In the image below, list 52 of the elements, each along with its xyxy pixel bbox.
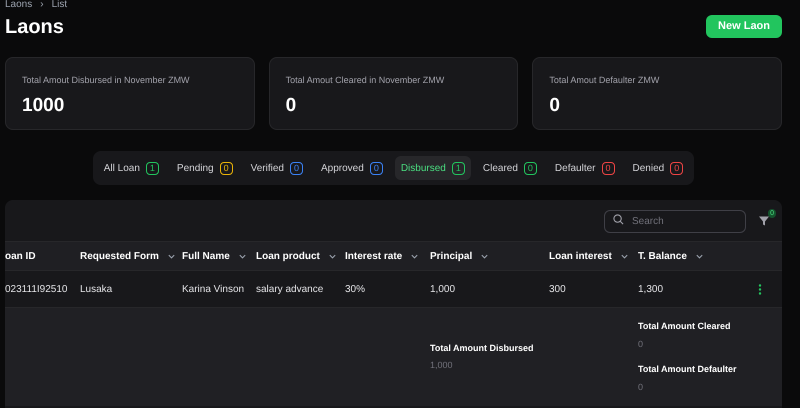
- filter-icon[interactable]: [758, 214, 770, 226]
- breadcrumb-current: List: [52, 0, 68, 10]
- table-cell-text: salary advance: [256, 282, 324, 296]
- filter-tab[interactable]: Verified 0: [244, 156, 309, 180]
- filter-tab[interactable]: Pending 0: [170, 156, 239, 180]
- summary-label: Total Amount Cleared: [638, 320, 732, 333]
- column-header[interactable]: Loan interest: [549, 248, 638, 264]
- count-badge: 0: [290, 162, 303, 174]
- table-cell-text: Lusaka: [80, 282, 114, 296]
- count-badge: 0: [524, 162, 537, 174]
- stat-value: 0: [286, 94, 298, 118]
- page-title: Laons: [5, 14, 64, 40]
- column-header[interactable]: Full Name: [182, 248, 256, 264]
- count-badge: 0: [220, 162, 233, 174]
- filter-tab[interactable]: All Loan 1: [98, 156, 165, 180]
- stat-label: Total Amout Cleared in November ZMW: [286, 74, 446, 87]
- filter-tab[interactable]: Denied 0: [626, 156, 690, 180]
- filter-tab[interactable]: Approved 0: [315, 156, 389, 180]
- count-badge: 0: [670, 162, 684, 174]
- filter-tab[interactable]: Defaulter 0: [548, 156, 621, 180]
- stat-label: Total Amout Defaulter ZMW: [549, 74, 660, 87]
- table-cell-text: 30%: [345, 282, 366, 296]
- more-options-icon[interactable]: [758, 284, 762, 294]
- count-badge: 0: [370, 162, 383, 174]
- summary-value: 0: [638, 380, 644, 394]
- summary-label: Total Amount Disbursed: [430, 342, 534, 354]
- column-header[interactable]: oan ID: [5, 248, 80, 264]
- summary-label: Total Amount Defaulter: [638, 363, 736, 376]
- search-field[interactable]: Search: [604, 210, 746, 233]
- table-cell-text: 023111I92510: [5, 282, 68, 296]
- stat-value: 1000: [22, 94, 66, 118]
- breadcrumb-separator: ›: [40, 0, 44, 10]
- column-header[interactable]: Interest rate: [345, 248, 430, 264]
- summary-value: 1,000: [430, 359, 454, 372]
- table-cell-text: Karina Vinson: [182, 282, 246, 296]
- column-header[interactable]: Loan product: [256, 248, 345, 264]
- count-badge: 0: [602, 162, 615, 174]
- stat-value: 0: [549, 94, 561, 118]
- column-header[interactable]: Requested Form: [80, 248, 182, 264]
- count-badge: 1: [452, 162, 465, 174]
- filter-tab[interactable]: Cleared 0: [476, 156, 543, 180]
- filter-tab[interactable]: Disbursed 1: [394, 156, 471, 180]
- table-cell-text: 1,300: [638, 282, 664, 296]
- stat-label: Total Amout Disbursed in November ZMW: [22, 74, 191, 87]
- column-header[interactable]: T. Balance: [638, 248, 748, 264]
- breadcrumb-link[interactable]: Laons: [5, 0, 32, 10]
- summary-value: 0: [638, 338, 644, 350]
- count-badge: 1: [146, 162, 159, 174]
- table-cell-text: 300: [549, 282, 567, 296]
- column-header[interactable]: Principal: [430, 248, 549, 264]
- table-cell-text: 1,000: [430, 282, 456, 296]
- search-icon: [613, 214, 624, 225]
